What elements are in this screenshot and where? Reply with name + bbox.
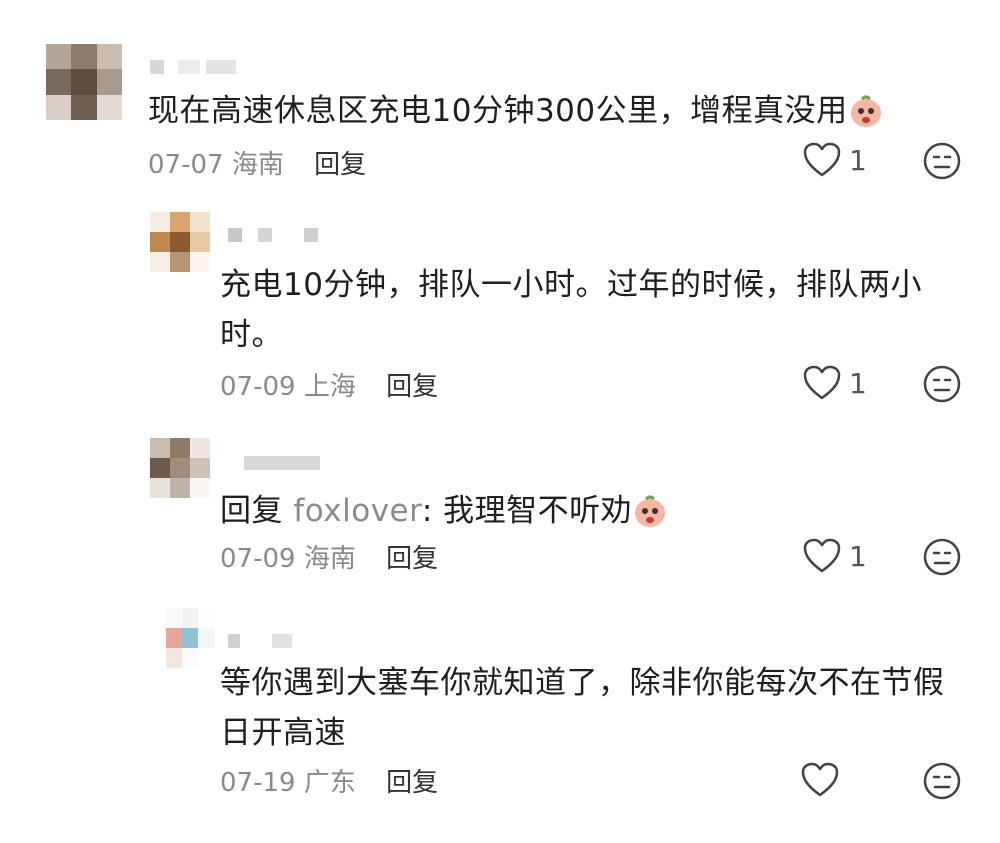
like-button[interactable] (801, 762, 847, 798)
reply-button[interactable]: 回复 (386, 372, 438, 402)
dislike-button[interactable] (923, 365, 961, 407)
neutral-face-icon (923, 538, 961, 576)
heart-outline-icon (801, 762, 839, 797)
heart-outline-icon (803, 365, 841, 400)
comment-meta: 07-09 上海 回复 (220, 366, 438, 403)
dislike-button[interactable] (923, 762, 961, 804)
comment-location: 广东 (303, 768, 356, 798)
comment-location: 海南 (303, 544, 356, 574)
avatar[interactable] (150, 438, 210, 498)
comment-text: 回复 foxlover: 我理智不听劝 (220, 486, 930, 544)
username-redacted[interactable] (150, 60, 240, 74)
comment-1: 现在高速休息区充电10分钟300公里，增程真没用 07-07 海南 回复 1 (0, 0, 1000, 200)
comment-date: 07-09 (220, 372, 296, 402)
comment-date: 07-09 (220, 544, 296, 574)
comment-location: 海南 (231, 150, 284, 180)
username-redacted[interactable] (228, 634, 298, 648)
comment-meta: 07-09 海南 回复 (220, 538, 438, 575)
avatar[interactable] (150, 212, 210, 272)
username-redacted[interactable] (244, 456, 320, 470)
like-count: 1 (849, 143, 867, 177)
comment-text: 充电10分钟，排队一小时。过年的时候，排队两小时。 (220, 267, 922, 353)
dislike-button[interactable] (923, 142, 961, 184)
neutral-face-icon (923, 762, 961, 800)
username-redacted[interactable] (228, 228, 328, 242)
heart-outline-icon (803, 142, 841, 177)
neutral-face-icon (923, 142, 961, 180)
like-count: 1 (849, 539, 867, 573)
like-button[interactable]: 1 (803, 142, 867, 178)
peach-face-emoji (632, 493, 668, 544)
comment-3: 回复 foxlover: 我理智不听劝 07-09 海南 回复 1 (0, 420, 1000, 600)
avatar[interactable] (166, 608, 214, 668)
dislike-button[interactable] (923, 538, 961, 580)
comment-date: 07-07 (148, 150, 224, 180)
reply-button[interactable]: 回复 (386, 544, 438, 574)
comment-4: 等你遇到大塞车你就知道了，除非你能每次不在节假日开高速 07-19 广东 回复 (0, 600, 1000, 843)
comment-date: 07-19 (220, 768, 296, 798)
heart-outline-icon (803, 538, 841, 573)
comment-text: 等你遇到大塞车你就知道了，除非你能每次不在节假日开高速 (220, 665, 945, 751)
comment-text: 现在高速休息区充电10分钟300公里，增程真没用 (148, 86, 948, 144)
mention-link[interactable]: foxlover (293, 493, 421, 529)
like-button[interactable]: 1 (803, 538, 867, 574)
like-count: 1 (849, 366, 867, 400)
neutral-face-icon (923, 365, 961, 403)
comment-location: 上海 (303, 372, 356, 402)
reply-button[interactable]: 回复 (386, 768, 438, 798)
like-button[interactable]: 1 (803, 365, 867, 401)
reply-button[interactable]: 回复 (314, 150, 366, 180)
comment-meta: 07-19 广东 回复 (220, 762, 438, 799)
peach-face-emoji (848, 93, 884, 144)
comment-meta: 07-07 海南 回复 (148, 144, 366, 181)
comment-2: 充电10分钟，排队一小时。过年的时候，排队两小时。 07-09 上海 回复 1 (0, 200, 1000, 420)
avatar[interactable] (46, 44, 122, 120)
